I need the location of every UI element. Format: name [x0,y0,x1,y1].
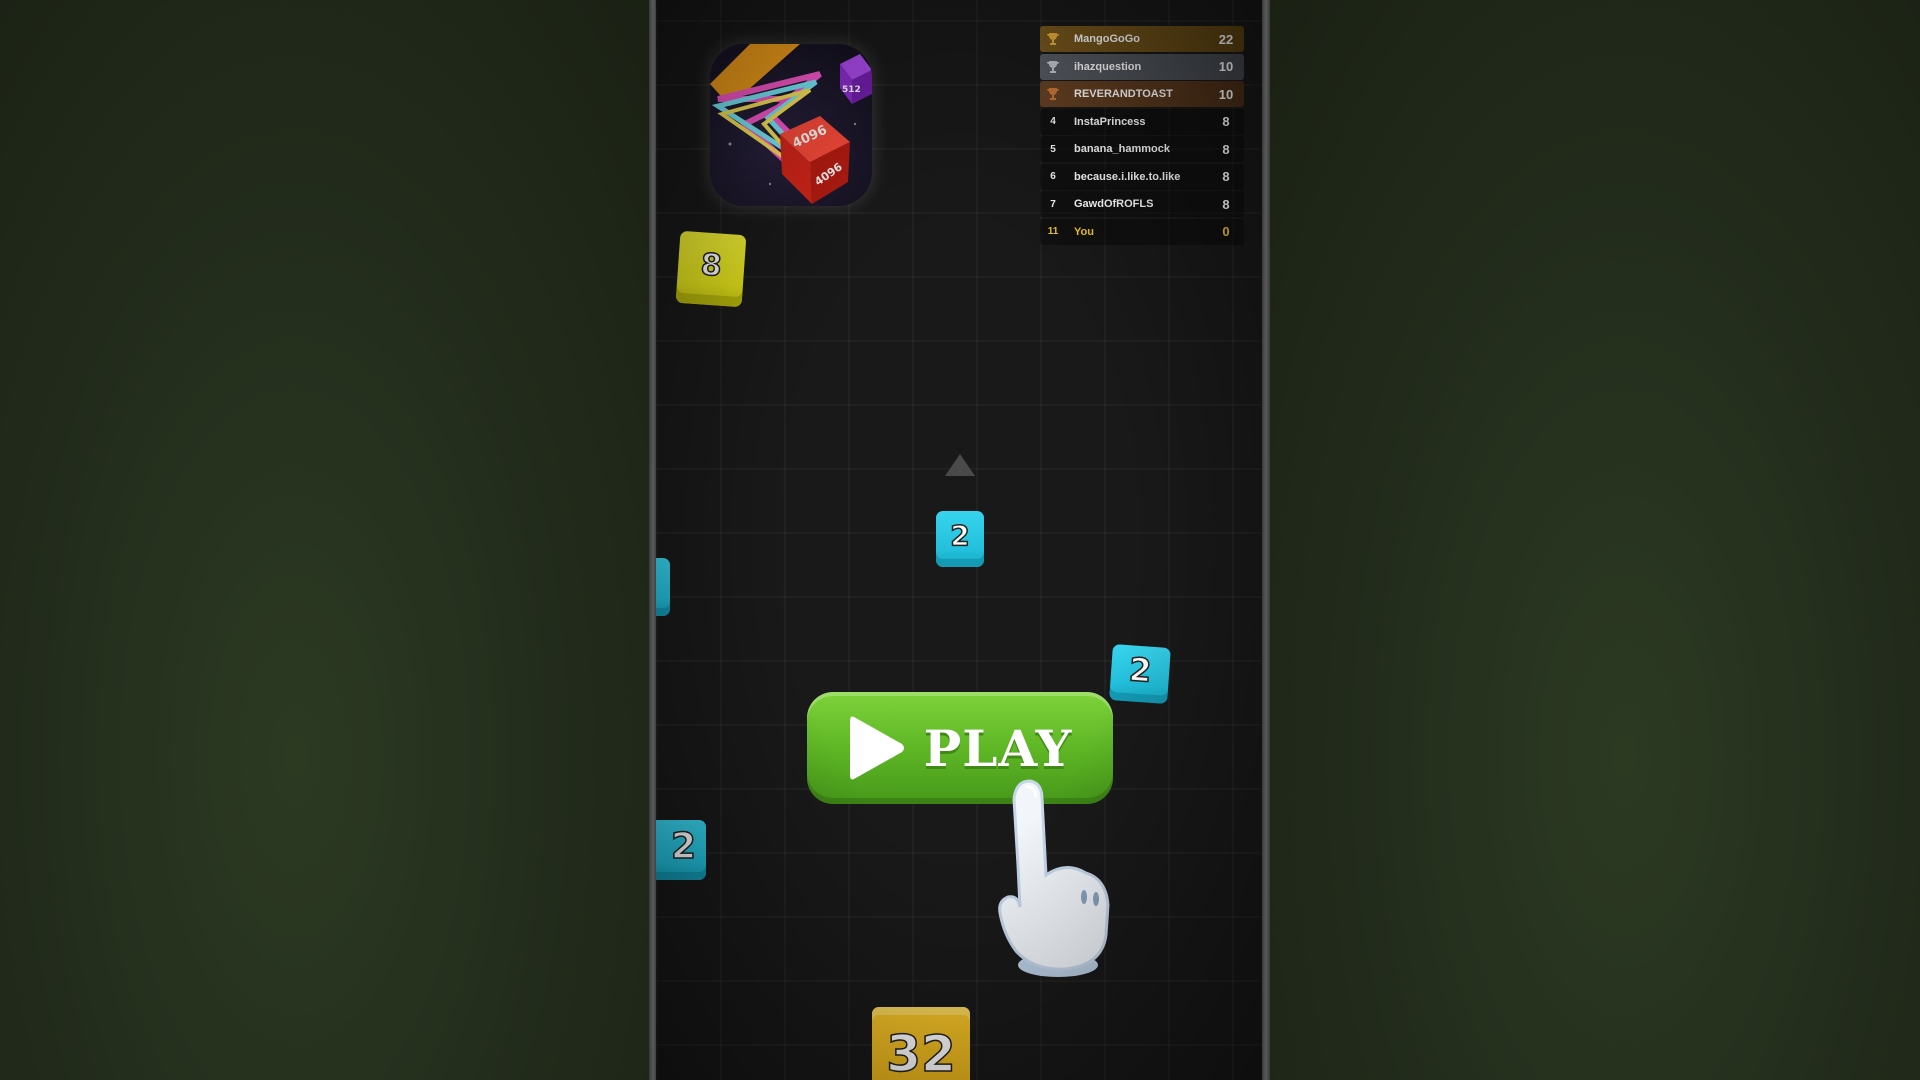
leaderboard-name: GawdOfROFLS [1074,198,1154,210]
leaderboard-name: banana_hammock [1074,143,1170,155]
leaderboard-name: REVERANDTOAST [1074,88,1173,100]
leaderboard-rank: 5 [1050,143,1056,155]
cube-2-left: 2 [656,820,706,880]
leaderboard-score: 8 [1222,141,1230,157]
cube-value: 2 [670,825,697,868]
game-screen[interactable]: 4096 4096 512 MangoGoGo 22 ihazquestion … [656,0,1262,1080]
play-triangle-icon [848,713,906,783]
app-icon: 4096 4096 512 [710,44,872,206]
pointing-hand-icon [986,775,1136,985]
cube-8: 8 [675,230,747,308]
phone-right-bezel [1262,0,1270,1080]
app-icon-cube-label: 512 [842,85,861,95]
leaderboard-name: ihazquestion [1074,60,1142,73]
cube-value: 2 [949,518,970,553]
leaderboard-name: MangoGoGo [1074,33,1140,45]
leaderboard-rank: 11 [1047,226,1059,237]
leaderboard-rank: 6 [1050,171,1056,182]
leaderboard-score: 10 [1218,59,1234,74]
leaderboard-row: 6 because.i.like.to.like 8 [1040,163,1244,190]
cube-2-right: 2 [1109,644,1171,704]
cube-2-center: 2 [936,511,984,567]
leaderboard-row: 7 GawdOfROFLS 8 [1040,191,1244,217]
leaderboard-row: 4 InstaPrincess 8 [1040,108,1244,135]
leaderboard-rank: 7 [1050,198,1056,210]
gold-trophy-icon [1040,31,1066,47]
leaderboard-score: 8 [1222,169,1230,184]
silver-trophy-icon [1040,59,1066,75]
leaderboard-name: InstaPrincess [1074,115,1146,128]
leaderboard-row-you: 11 You 0 [1040,218,1244,245]
left-blurred-background [0,0,656,1080]
leaderboard-rank: 4 [1050,116,1056,127]
bronze-trophy-icon [1040,86,1066,102]
play-button-label: PLAY [923,718,1073,778]
leaderboard-row: 5 banana_hammock 8 [1040,136,1244,162]
cube-partial-left [656,558,670,616]
leaderboard: MangoGoGo 22 ihazquestion 10 REVERANDTOA… [1040,26,1244,246]
leaderboard-score: 10 [1218,86,1234,102]
aim-arrow-icon [945,454,975,476]
leaderboard-score: 0 [1222,224,1230,239]
cube-value: 2 [1127,650,1153,691]
cube-value: 8 [699,246,724,284]
cube-32: 32 [872,1007,970,1080]
leaderboard-name: You [1074,225,1094,238]
leaderboard-score: 8 [1222,196,1230,212]
leaderboard-row: REVERANDTOAST 10 [1040,81,1244,107]
right-blurred-background [1264,0,1920,1080]
leaderboard-name: because.i.like.to.like [1074,170,1181,183]
leaderboard-row: MangoGoGo 22 [1040,26,1244,52]
leaderboard-score: 8 [1222,114,1230,129]
leaderboard-row: ihazquestion 10 [1040,53,1244,80]
cube-value: 32 [885,1024,956,1080]
leaderboard-score: 22 [1218,31,1234,47]
